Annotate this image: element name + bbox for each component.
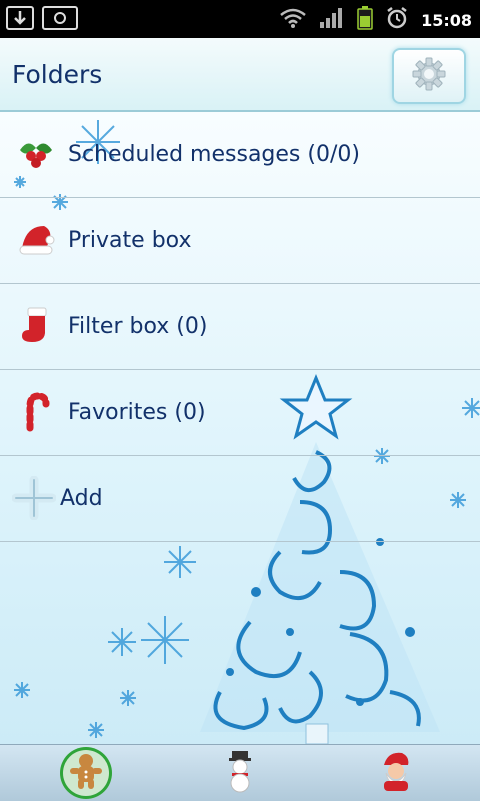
settings-button[interactable]	[392, 48, 466, 104]
folder-label: Scheduled messages (0/0)	[68, 142, 360, 167]
folder-item-favorites[interactable]: Favorites (0)	[0, 370, 480, 456]
screenshot-icon	[42, 6, 78, 30]
folder-label: Favorites (0)	[68, 400, 206, 425]
gear-icon	[411, 56, 447, 96]
stocking-icon	[16, 306, 56, 346]
page-title: Folders	[12, 60, 103, 89]
status-time: 15:08	[421, 10, 472, 30]
snowman-icon	[220, 749, 260, 797]
santa-hat-icon	[16, 220, 56, 260]
tab-santa[interactable]	[370, 747, 422, 799]
tab-snowman[interactable]	[214, 747, 266, 799]
plus-icon	[11, 475, 57, 521]
folder-item-private-box[interactable]: Private box	[0, 198, 480, 284]
wifi-icon	[279, 7, 307, 33]
folder-list-area: Scheduled messages (0/0) Private box Fil…	[0, 112, 480, 744]
folder-item-filter-box[interactable]: Filter box (0)	[0, 284, 480, 370]
alarm-icon	[385, 6, 409, 34]
download-icon	[6, 6, 34, 30]
folder-label: Private box	[68, 228, 192, 253]
battery-icon	[357, 6, 373, 34]
bottom-tab-bar	[0, 744, 480, 801]
header: Folders	[0, 38, 480, 112]
folder-label: Add	[60, 486, 103, 511]
signal-icon	[319, 7, 345, 33]
gingerbread-icon	[66, 751, 106, 795]
holly-icon	[16, 134, 56, 174]
candy-cane-icon	[16, 392, 56, 432]
add-folder-button[interactable]: Add	[0, 456, 480, 542]
santa-icon	[376, 749, 416, 797]
folder-label: Filter box (0)	[68, 314, 208, 339]
folder-item-scheduled-messages[interactable]: Scheduled messages (0/0)	[0, 112, 480, 198]
tab-gingerbread[interactable]	[60, 747, 112, 799]
status-bar: 15:08	[0, 0, 480, 38]
